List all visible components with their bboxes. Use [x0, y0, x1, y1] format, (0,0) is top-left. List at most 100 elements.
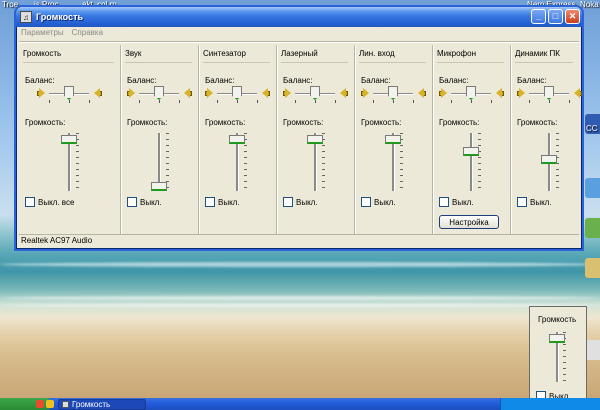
channel-divider: [437, 62, 504, 63]
volume-slider-thumb[interactable]: [229, 135, 245, 144]
balance-tick: [569, 100, 570, 103]
channel-divider: [281, 62, 348, 63]
balance-tick: [549, 100, 550, 103]
left-speaker-icon: [127, 88, 136, 99]
volume-slider-thumb[interactable]: [463, 147, 479, 156]
maximize-button[interactable]: □: [548, 9, 563, 24]
menu-bar: Параметры Справка: [19, 28, 103, 40]
system-tray: [500, 398, 600, 410]
balance-slider-thumb[interactable]: [310, 86, 320, 100]
taskbar-button-volume[interactable]: Громкость: [58, 399, 146, 410]
mute-label: Выкл. все: [38, 197, 75, 207]
volume-slider-thumb[interactable]: [541, 155, 557, 164]
channel-divider: [359, 62, 426, 63]
right-speaker-icon: [93, 88, 102, 99]
channel-divider: [125, 62, 192, 63]
balance-label: Баланс:: [205, 76, 235, 85]
balance-slider-thumb[interactable]: [466, 86, 476, 100]
desktop-app-icon[interactable]: [585, 258, 600, 278]
volume-control-window: ♫ Громкость _ □ ✕ Параметры Справка Гром…: [16, 7, 582, 249]
right-speaker-icon: [417, 88, 426, 99]
mute-checkbox[interactable]: [439, 197, 449, 207]
mute-checkbox[interactable]: [361, 197, 371, 207]
mute-checkbox[interactable]: [517, 197, 527, 207]
channel-name: Звук: [125, 49, 142, 58]
balance-slider-thumb[interactable]: [64, 86, 74, 100]
balance-tick: [373, 100, 374, 103]
balance-tick: [69, 100, 70, 103]
quick-launch-icon[interactable]: [46, 400, 54, 408]
channel-strip: Лин. вход Баланс: Громкость: Выкл.: [355, 45, 433, 235]
volume-slider-thumb[interactable]: [61, 135, 77, 144]
channel-strip: Динамик ПК Баланс: Громкость: Выкл.: [511, 45, 582, 235]
start-button[interactable]: [0, 398, 52, 410]
channel-name: Громкость: [23, 49, 62, 58]
title-bar[interactable]: ♫ Громкость _ □ ✕: [16, 7, 582, 27]
volume-slider-track[interactable]: [470, 133, 473, 191]
desktop-app-icon[interactable]: [585, 218, 600, 238]
balance-tick: [237, 100, 238, 103]
balance-tick: [49, 100, 50, 103]
channel-name: Синтезатор: [203, 49, 246, 58]
mute-checkbox[interactable]: [127, 197, 137, 207]
balance-slider-thumb[interactable]: [154, 86, 164, 100]
channel-name: Лин. вход: [359, 49, 395, 58]
volume-label: Громкость:: [439, 118, 480, 127]
menu-options[interactable]: Параметры: [21, 28, 64, 40]
desktop-icon-label[interactable]: CC: [586, 124, 598, 133]
balance-label: Баланс:: [127, 76, 157, 85]
balance-tick: [257, 100, 258, 103]
mute-label: Выкл.: [374, 197, 396, 207]
desktop-app-icon[interactable]: [585, 340, 600, 360]
volume-label: Громкость:: [361, 118, 402, 127]
mute-checkbox[interactable]: [205, 197, 215, 207]
balance-label: Баланс:: [361, 76, 391, 85]
status-bar: Realtek AC97 Audio: [19, 234, 579, 246]
balance-label: Баланс:: [25, 76, 55, 85]
wave-foam: [0, 262, 600, 267]
balance-tick: [295, 100, 296, 103]
mute-checkbox[interactable]: [25, 197, 35, 207]
volume-slider-thumb[interactable]: [385, 135, 401, 144]
left-speaker-icon: [283, 88, 292, 99]
right-speaker-icon: [495, 88, 504, 99]
balance-slider-thumb[interactable]: [232, 86, 242, 100]
balance-tick: [159, 100, 160, 103]
channel-strip: Громкость Баланс: Громкость: Выкл. все: [19, 45, 121, 235]
volume-label: Громкость:: [205, 118, 246, 127]
balance-tick: [471, 100, 472, 103]
menu-divider: [19, 41, 579, 43]
minimize-button[interactable]: _: [531, 9, 546, 24]
volume-label: Громкость:: [283, 118, 324, 127]
wave-foam: [0, 304, 600, 307]
mute-label: Выкл.: [452, 197, 474, 207]
balance-slider-thumb[interactable]: [544, 86, 554, 100]
tray-volume-popup: Громкость Выкл.: [529, 306, 587, 406]
volume-label: Громкость: [538, 315, 577, 324]
channel-divider: [23, 62, 114, 63]
advanced-settings-button[interactable]: Настройка: [439, 215, 499, 229]
channel-divider: [203, 62, 270, 63]
desktop-app-icon[interactable]: [585, 178, 600, 198]
speaker-app-icon: ♫: [20, 11, 32, 23]
balance-tick: [89, 100, 90, 103]
desktop-icon-label[interactable]: Troe: [2, 0, 18, 9]
volume-slider-thumb[interactable]: [549, 334, 565, 343]
volume-slider-thumb[interactable]: [151, 182, 167, 191]
mute-checkbox[interactable]: [283, 197, 293, 207]
balance-tick: [217, 100, 218, 103]
volume-label: Громкость:: [517, 118, 558, 127]
wave-foam: [0, 296, 600, 300]
quick-launch-icon[interactable]: [36, 400, 44, 408]
menu-help[interactable]: Справка: [72, 28, 103, 40]
speaker-app-icon: [62, 401, 69, 408]
volume-slider-thumb[interactable]: [307, 135, 323, 144]
right-speaker-icon: [261, 88, 270, 99]
channel-strip: Звук Баланс: Громкость: Выкл.: [121, 45, 199, 235]
balance-slider-thumb[interactable]: [388, 86, 398, 100]
balance-tick: [335, 100, 336, 103]
left-speaker-icon: [205, 88, 214, 99]
close-button[interactable]: ✕: [565, 9, 580, 24]
desktop-icon-label[interactable]: Noka: [580, 0, 599, 9]
channel-name: Лазерный: [281, 49, 318, 58]
